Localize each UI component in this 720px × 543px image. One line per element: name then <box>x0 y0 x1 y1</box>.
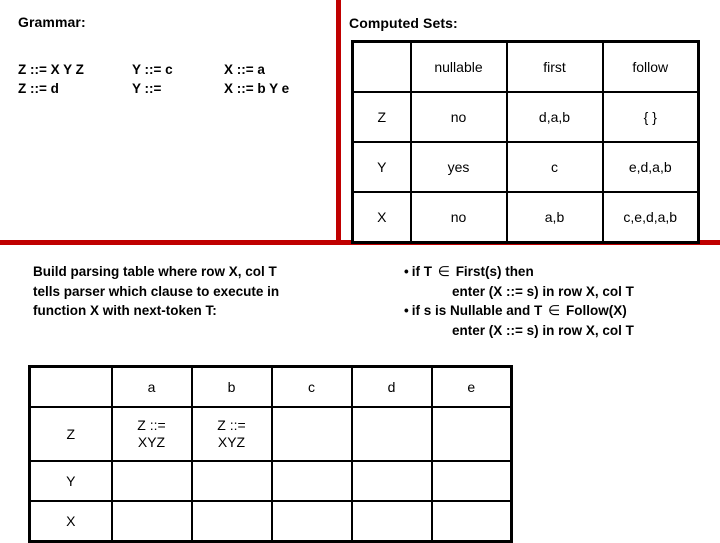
parsing-cell-line2: XYZ <box>217 434 246 450</box>
parsing-cell[interactable]: Z ::= XYZ <box>190 406 273 462</box>
parsing-cell[interactable] <box>350 406 433 462</box>
parsing-table: a b c d e Z Z ::= XYZ Z ::= XYZ Y X <box>28 365 513 543</box>
grammar-production: Y ::= c <box>132 62 173 77</box>
computed-header-first: first <box>505 40 604 93</box>
rule-item-first: • if T ∈ First(s) then <box>404 262 716 282</box>
parsing-cell[interactable] <box>430 460 513 502</box>
parsing-cell[interactable] <box>110 500 193 543</box>
table-row: X <box>28 500 513 543</box>
rule-item-nullable: • if s is Nullable and T ∈ Follow(X) <box>404 301 716 321</box>
computed-row-symbol: Y <box>351 141 412 193</box>
table-row: Y <box>28 460 513 502</box>
parsing-cell[interactable] <box>270 500 353 543</box>
grammar-productions: Z ::= X Y Z Z ::= d Y ::= c Y ::= X ::= … <box>18 60 289 98</box>
parsing-cell[interactable] <box>350 500 433 543</box>
computed-sets-table: nullable first follow Z no d,a,b { } Y y… <box>351 40 700 244</box>
rule-text-before: if T <box>411 264 436 279</box>
grammar-production: Y ::= <box>132 81 162 96</box>
element-of-icon: ∈ <box>548 302 561 318</box>
table-header-row: nullable first follow <box>351 40 700 93</box>
construction-rules-list: • if T ∈ First(s) then enter (X ::= s) in… <box>404 262 716 340</box>
computed-cell-nullable: no <box>409 191 508 244</box>
table-row: X no a,b c,e,d,a,b <box>351 191 700 244</box>
instructions-line: function X with next-token T: <box>33 303 217 318</box>
parsing-row-symbol: Y <box>28 460 113 502</box>
parsing-row-symbol: Z <box>28 406 113 462</box>
table-row: Z no d,a,b { } <box>351 91 700 143</box>
parsing-cell[interactable] <box>190 460 273 502</box>
rule-text-after: Follow(X) <box>562 303 627 318</box>
rule-continuation: enter (X ::= s) in row X, col T <box>452 283 634 299</box>
computed-row-symbol: X <box>351 191 412 244</box>
rule-text-before: if s is Nullable and T <box>411 303 547 318</box>
parsing-cell[interactable] <box>110 460 193 502</box>
computed-header-corner <box>351 40 412 93</box>
computed-cell-first: a,b <box>505 191 604 244</box>
slide-canvas: Grammar: Z ::= X Y Z Z ::= d Y ::= c Y :… <box>0 0 720 543</box>
table-row: Y yes c e,d,a,b <box>351 141 700 193</box>
instructions-text: Build parsing table where row X, col T t… <box>33 262 353 321</box>
parsing-cell[interactable] <box>190 500 273 543</box>
table-header-row: a b c d e <box>28 365 513 408</box>
parsing-header-a: a <box>110 365 193 408</box>
parsing-cell[interactable] <box>430 500 513 543</box>
parsing-header-e: e <box>430 365 513 408</box>
grammar-column-1: Z ::= X Y Z Z ::= d <box>18 60 132 98</box>
computed-cell-nullable: yes <box>409 141 508 193</box>
parsing-cell-line1: Z ::= <box>217 417 246 433</box>
element-of-icon: ∈ <box>437 263 450 279</box>
grammar-production: Z ::= X Y Z <box>18 62 84 77</box>
grammar-column-2: Y ::= c Y ::= <box>132 60 224 98</box>
grammar-production: X ::= b Y e <box>224 81 290 96</box>
bullet-icon: • <box>404 264 409 279</box>
parsing-cell[interactable]: Z ::= XYZ <box>110 406 193 462</box>
parsing-header-b: b <box>190 365 273 408</box>
grammar-production: X ::= a <box>224 62 265 77</box>
parsing-row-symbol: X <box>28 500 113 543</box>
table-row: Z Z ::= XYZ Z ::= XYZ <box>28 406 513 462</box>
grammar-production: Z ::= d <box>18 81 59 96</box>
computed-cell-follow: { } <box>601 91 700 143</box>
parsing-cell[interactable] <box>270 460 353 502</box>
parsing-header-corner <box>28 365 113 408</box>
computed-header-nullable: nullable <box>409 40 508 93</box>
instructions-line: tells parser which clause to execute in <box>33 283 280 299</box>
computed-cell-follow: e,d,a,b <box>601 141 700 193</box>
vertical-divider-rule <box>336 0 341 245</box>
computed-row-symbol: Z <box>351 91 412 143</box>
bullet-icon: • <box>404 303 409 318</box>
parsing-header-d: d <box>350 365 433 408</box>
grammar-heading: Grammar: <box>18 14 86 30</box>
computed-cell-nullable: no <box>409 91 508 143</box>
parsing-cell[interactable] <box>350 460 433 502</box>
rule-continuation: enter (X ::= s) in row X, col T <box>452 322 634 338</box>
computed-cell-first: d,a,b <box>505 91 604 143</box>
parsing-cell-line2: XYZ <box>137 434 166 450</box>
parsing-cell-line1: Z ::= <box>137 417 166 433</box>
computed-cell-follow: c,e,d,a,b <box>601 191 700 244</box>
computed-cell-first: c <box>505 141 604 193</box>
computed-header-follow: follow <box>601 40 700 93</box>
parsing-header-c: c <box>270 365 353 408</box>
parsing-cell[interactable] <box>270 406 353 462</box>
instructions-line: Build parsing table where row X, col T <box>33 264 277 279</box>
computed-sets-heading: Computed Sets: <box>349 15 458 31</box>
rule-text-after: First(s) then <box>451 264 534 279</box>
grammar-column-3: X ::= a X ::= b Y e <box>224 60 289 98</box>
parsing-cell[interactable] <box>430 406 513 462</box>
